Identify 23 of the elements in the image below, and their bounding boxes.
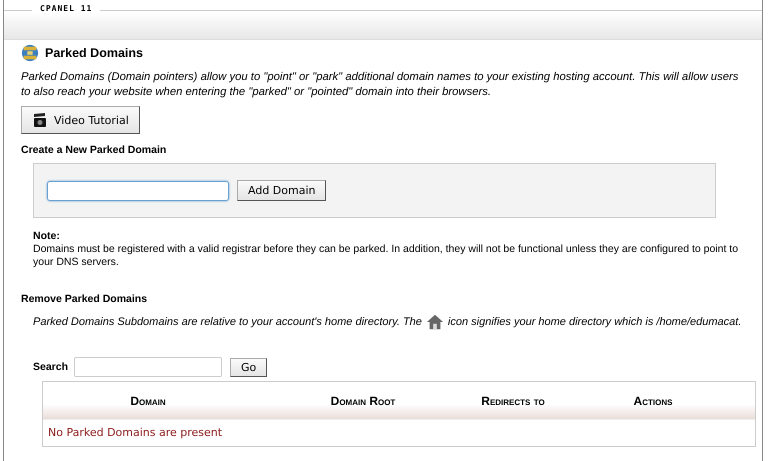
empty-message: No Parked Domains are present bbox=[43, 419, 755, 446]
video-tutorial-button[interactable]: Video Tutorial bbox=[21, 106, 140, 134]
go-button[interactable]: Go bbox=[230, 358, 268, 376]
camera-icon bbox=[32, 112, 48, 128]
intro-text: Parked Domains (Domain pointers) allow you to "point" or "park" additional domain names to your existing hosting account. This will allow users to also reach your website when entering the "parked" or "pointed" domain into their browsers. bbox=[21, 70, 740, 100]
frame-label: CPANEL 11 bbox=[32, 4, 100, 13]
domain-input-field[interactable] bbox=[47, 180, 229, 200]
column-header: Domain Root bbox=[330, 394, 396, 408]
search-label: Search bbox=[33, 361, 68, 373]
search-field[interactable] bbox=[74, 357, 222, 377]
page-title: Parked Domains bbox=[45, 46, 143, 60]
section-heading: Remove Parked Domains bbox=[21, 293, 148, 305]
column-header: Actions bbox=[632, 394, 674, 408]
note-text: Domains must be registered with a valid registrar before they can be parked. In addition, they will not be functional unless they are configured to point to your DNS servers. bbox=[33, 243, 740, 269]
globe-icon bbox=[21, 44, 39, 62]
info-text: icon signifies your home directory which is /home/edumacat. bbox=[448, 316, 742, 328]
info-text: Parked Domains Subdomains are relative to your account's home directory. The bbox=[33, 316, 422, 328]
note-label: Note: bbox=[33, 230, 61, 243]
house-icon bbox=[426, 313, 444, 331]
add-domain-button[interactable]: Add Domain bbox=[237, 180, 326, 201]
column-header: Domain bbox=[129, 394, 167, 408]
column-header: Redirects to bbox=[480, 394, 546, 408]
section-heading: Create a New Parked Domain bbox=[21, 144, 168, 156]
